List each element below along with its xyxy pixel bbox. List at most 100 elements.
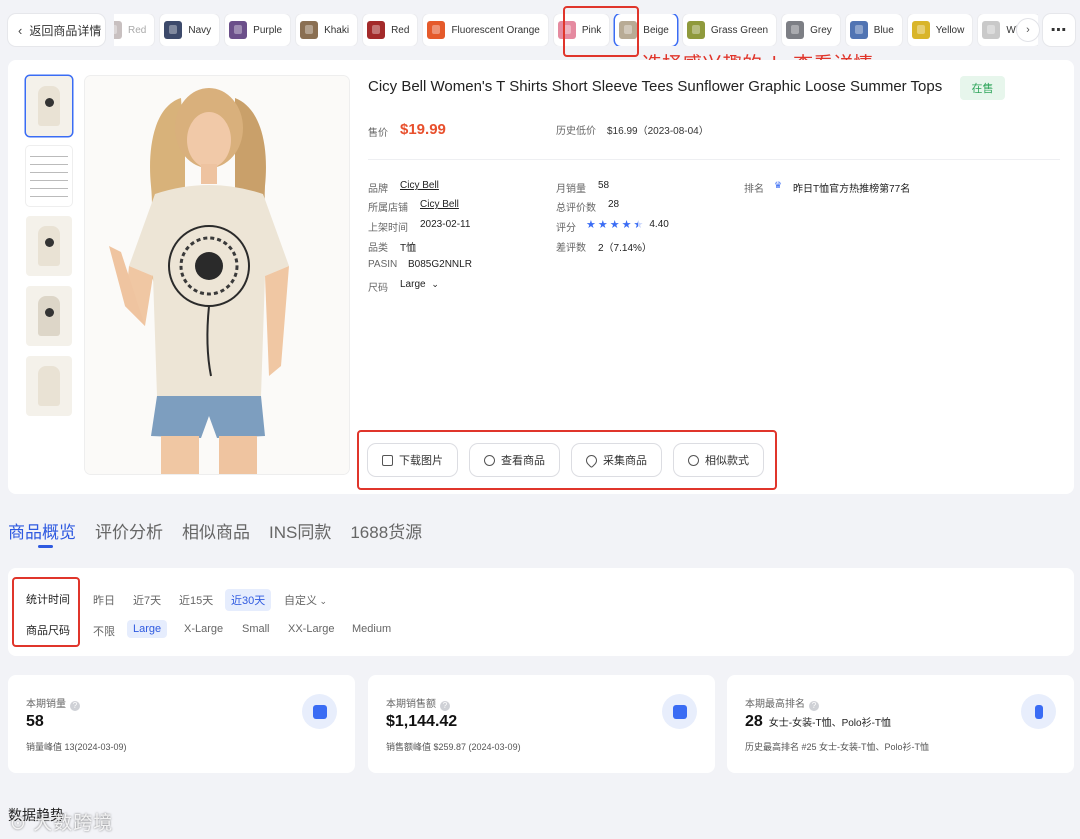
help-icon: ? <box>809 701 819 711</box>
sku-chip-khaki[interactable]: Khaki <box>296 14 358 46</box>
sku-chip-red[interactable]: Red <box>363 14 418 46</box>
product-card: Cicy Bell Women's T Shirts Short Sleeve … <box>8 60 1074 494</box>
tab-ins-same[interactable]: INS同款 <box>269 518 331 543</box>
revenue-label: 本期销售额? <box>386 695 450 711</box>
filter-option[interactable]: Large <box>127 620 168 638</box>
sales-label: 本期销量? <box>26 695 80 711</box>
brand-link[interactable]: Cicy Bell <box>400 180 439 191</box>
size-value: Large <box>400 279 426 290</box>
dollar-icon <box>662 694 697 729</box>
sku-chip-blue[interactable]: Blue <box>845 14 902 46</box>
listed-value: 2023-02-11 <box>420 219 471 230</box>
rank-stat-value: 28 女士-女装-T恤、Polo衫-T恤 <box>745 713 892 730</box>
tshirt-swatch-icon <box>849 21 868 39</box>
sku-chip-purple[interactable]: Purple <box>225 14 291 46</box>
filter-option[interactable]: X-Large <box>184 623 223 635</box>
annotation-box-filters <box>12 577 80 647</box>
filter-option[interactable]: 近7天 <box>133 592 161 608</box>
sku-chip-grey[interactable]: Grey <box>782 14 840 46</box>
tab-review-analysis[interactable]: 评价分析 <box>95 518 163 543</box>
sku-label: Blue <box>873 24 894 36</box>
size-dropdown[interactable]: Large ⌄ <box>400 279 439 290</box>
tab-1688-source[interactable]: 1688货源 <box>350 518 422 543</box>
filter-option[interactable]: Medium <box>352 623 391 635</box>
star-icon: ★ <box>586 219 596 231</box>
monthly-sales-label: 月销量 <box>556 184 586 195</box>
section-tabs: 商品概览 评价分析 相似商品 INS同款 1688货源 <box>8 518 441 548</box>
help-icon: ? <box>70 701 80 711</box>
brand-label: 品牌 <box>368 184 388 195</box>
status-badge: 在售 <box>960 76 1005 100</box>
tshirt-swatch-icon <box>164 21 183 39</box>
tab-overview[interactable]: 商品概览 <box>8 518 76 548</box>
filter-option[interactable]: 近30天 <box>225 589 272 611</box>
category-value: T恤 <box>400 243 417 254</box>
annotation-box-actions <box>357 430 777 490</box>
sku-label: Red <box>391 24 410 36</box>
sku-label: Purple <box>253 24 283 36</box>
chevron-down-icon: ⌄ <box>317 596 328 606</box>
more-menu-button[interactable]: ⋯ <box>1043 14 1075 46</box>
filter-option[interactable]: 昨日 <box>93 592 115 608</box>
rank-stat-label: 本期最高排名? <box>745 695 819 711</box>
thumbnail-1[interactable] <box>26 76 72 136</box>
reviews-label: 总评价数 <box>556 203 596 214</box>
annotation-box-sku <box>563 6 639 57</box>
thumbnail-3[interactable] <box>26 216 72 276</box>
thumbnail-list <box>26 76 72 426</box>
tshirt-swatch-icon <box>300 21 319 39</box>
sku-label: Yellow <box>935 24 965 36</box>
filter-option[interactable]: XX-Large <box>288 623 334 635</box>
sku-label: Beige <box>643 24 669 36</box>
sales-value: 58 <box>26 713 44 730</box>
tshirt-swatch-icon <box>229 21 248 39</box>
rank-best: 历史最高排名 #25 女士-女装-T恤、Polo衫-T恤 <box>745 742 930 752</box>
monthly-sales-value: 58 <box>598 180 610 191</box>
sku-chip-fluorescent-orange[interactable]: Fluorescent Orange <box>423 14 548 46</box>
sku-chip-grass-green[interactable]: Grass Green <box>682 14 777 46</box>
tshirt-swatch-icon <box>786 21 805 39</box>
revenue-peak: 销售额峰值 $259.87 (2024-03-09) <box>386 742 521 752</box>
tshirt-swatch-icon <box>367 21 386 39</box>
star-icon: ★ <box>609 219 620 231</box>
thumbnail-size-chart[interactable] <box>26 146 72 206</box>
chart-trend-icon <box>302 694 337 729</box>
product-title: Cicy Bell Women's T Shirts Short Sleeve … <box>368 78 943 95</box>
sales-peak: 销量峰值 13(2024-03-09) <box>26 742 127 752</box>
person-rank-icon <box>1021 694 1056 729</box>
size-label: 尺码 <box>368 283 388 294</box>
lowest-price-value: $16.99（2023-08-04） <box>607 126 709 137</box>
filter-option[interactable]: 不限 <box>93 623 115 639</box>
tshirt-swatch-icon <box>982 21 1001 39</box>
thumbnail-5[interactable] <box>26 356 72 416</box>
filter-option[interactable]: 近15天 <box>179 592 213 608</box>
rank-label: 排名 <box>744 184 764 195</box>
thumbnail-4[interactable] <box>26 286 72 346</box>
pasin-label: PASIN <box>368 259 398 270</box>
chevron-left-icon: ‹ <box>18 22 23 38</box>
negative-label: 差评数 <box>556 243 586 254</box>
lowest-price-label: 历史低价 <box>556 126 596 137</box>
store-link[interactable]: Cicy Bell <box>420 199 459 210</box>
stat-card-sales: 本期销量? 58 销量峰值 13(2024-03-09) <box>8 675 355 773</box>
watermark-logo: ⊙ 大数跨境 <box>10 813 114 834</box>
sku-chip-yellow[interactable]: Yellow <box>907 14 973 46</box>
filter-option[interactable]: 自定义 ⌄ <box>284 592 327 608</box>
sku-label: Grey <box>810 24 832 36</box>
help-icon: ? <box>440 701 450 711</box>
sku-chip-navy[interactable]: Navy <box>160 14 220 46</box>
pasin-value: B085G2NNLR <box>408 259 472 270</box>
half-star-icon: ★ <box>634 218 644 231</box>
listed-label: 上架时间 <box>368 223 408 234</box>
filter-option[interactable]: Small <box>242 623 270 635</box>
sku-next-arrow-icon[interactable]: › <box>1017 19 1039 41</box>
tab-similar-products[interactable]: 相似商品 <box>182 518 250 543</box>
star-icon: ★ <box>621 219 632 231</box>
sku-label: Fluorescent Orange <box>451 24 540 36</box>
sku-chip-red[interactable]: Red <box>114 14 155 46</box>
back-label: 返回商品详情 <box>29 23 102 38</box>
divider <box>368 159 1060 160</box>
filter-card: 统计时间 商品尺码 昨日 近7天 近15天 近30天 自定义 ⌄ 不限 Large X-La… <box>8 568 1074 656</box>
back-to-detail-button[interactable]: ‹ 返回商品详情 <box>8 14 105 46</box>
reviews-value: 28 <box>608 199 620 210</box>
